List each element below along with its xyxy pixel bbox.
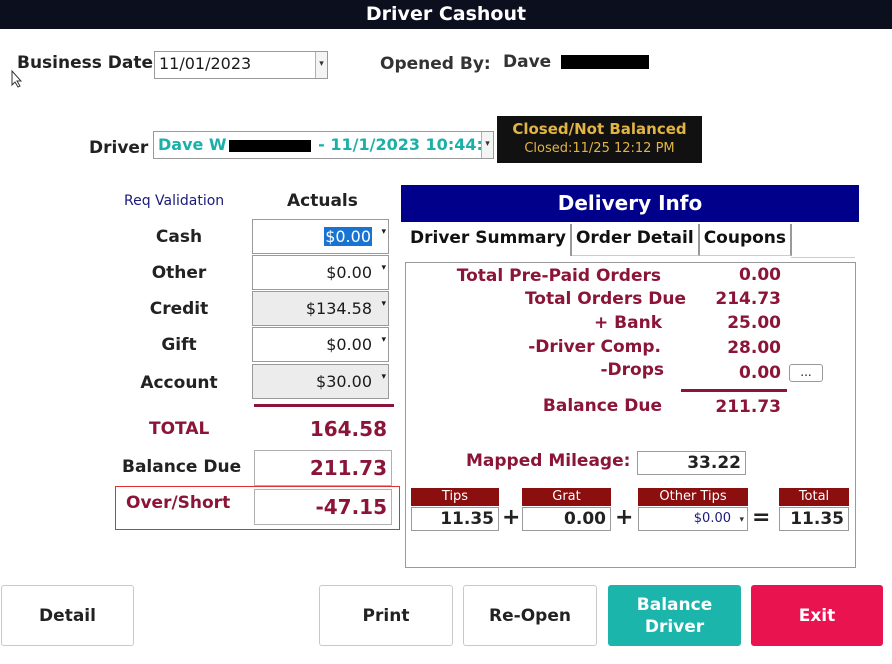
driver-comp-value: 28.00 bbox=[727, 338, 781, 358]
credit-label: Credit bbox=[149, 299, 209, 319]
detail-button[interactable]: Detail bbox=[1, 585, 134, 646]
reopen-button[interactable]: Re-Open bbox=[463, 585, 597, 646]
total-divider bbox=[254, 404, 394, 407]
chevron-down-icon[interactable]: ▾ bbox=[481, 132, 493, 158]
account-value: $30.00 bbox=[316, 372, 372, 391]
bank-label: + Bank bbox=[594, 313, 662, 333]
tab-driver-summary[interactable]: Driver Summary bbox=[406, 224, 572, 256]
chevron-down-icon[interactable]: ▾ bbox=[381, 263, 386, 273]
chevron-down-icon[interactable]: ▾ bbox=[739, 509, 744, 531]
gift-input[interactable]: $0.00 ▾ bbox=[252, 327, 389, 362]
tips-total-label: Total bbox=[779, 488, 849, 506]
tips-value: 11.35 bbox=[411, 507, 499, 531]
account-input[interactable]: $30.00 ▾ bbox=[252, 364, 389, 399]
status-text: Closed/Not Balanced bbox=[512, 120, 687, 138]
redaction-bar bbox=[561, 55, 650, 69]
orders-due-value: 214.73 bbox=[715, 289, 781, 309]
other-tips-input[interactable]: $0.00 ▾ bbox=[638, 507, 748, 531]
delivery-info-tabs: Driver Summary Order Detail Coupons bbox=[406, 224, 793, 258]
print-button[interactable]: Print bbox=[319, 585, 453, 646]
gift-value: $0.00 bbox=[326, 335, 372, 354]
other-value: $0.00 bbox=[326, 263, 372, 282]
cash-input[interactable]: $0.00 ▾ bbox=[252, 219, 389, 254]
opened-by-value: Dave bbox=[503, 52, 650, 72]
driver-label: Driver bbox=[89, 138, 149, 158]
balance-divider bbox=[681, 389, 787, 392]
cash-value: $0.00 bbox=[324, 227, 372, 246]
balance-due-value: 211.73 bbox=[254, 450, 392, 486]
equals-icon: = bbox=[752, 505, 771, 530]
credit-input[interactable]: $134.58 ▾ bbox=[252, 291, 389, 326]
chevron-down-icon[interactable]: ▾ bbox=[381, 372, 386, 382]
over-short-label: Over/Short bbox=[126, 493, 231, 513]
redaction-bar bbox=[228, 139, 311, 152]
balance-driver-line2: Driver bbox=[644, 616, 705, 637]
orders-due-label: Total Orders Due bbox=[524, 289, 686, 309]
status-closed-time: Closed:11/25 12:12 PM bbox=[524, 141, 675, 156]
balance-driver-button[interactable]: Balance Driver bbox=[608, 585, 741, 646]
business-date-label: Business Date bbox=[17, 53, 154, 73]
drops-detail-button[interactable]: ... bbox=[789, 364, 823, 382]
window-title: Driver Cashout bbox=[0, 0, 892, 29]
over-short-value: -47.15 bbox=[254, 489, 392, 525]
total-label: TOTAL bbox=[149, 419, 210, 439]
req-validation-label: Req Validation bbox=[124, 193, 225, 209]
driver-select-value: Dave W - 11/1/2023 10:44:4 bbox=[158, 135, 494, 154]
opened-by-label: Opened By: bbox=[380, 54, 491, 74]
driver-select[interactable]: Dave W - 11/1/2023 10:44:4 ▾ bbox=[153, 131, 494, 159]
mapped-mileage-value: 33.22 bbox=[637, 451, 746, 475]
delivery-info-title: Delivery Info bbox=[401, 185, 859, 222]
mapped-mileage-label: Mapped Mileage: bbox=[466, 451, 631, 471]
drops-value: 0.00 bbox=[739, 363, 781, 383]
tab-coupons[interactable]: Coupons bbox=[699, 224, 793, 256]
other-tips-value: $0.00 bbox=[693, 511, 731, 526]
total-value: 164.58 bbox=[254, 411, 392, 447]
chevron-down-icon[interactable]: ▾ bbox=[315, 52, 327, 78]
credit-value: $134.58 bbox=[305, 299, 372, 318]
cashout-status-badge: Closed/Not Balanced Closed:11/25 12:12 P… bbox=[497, 116, 702, 163]
drops-label: -Drops bbox=[600, 360, 664, 380]
tips-total-value: 11.35 bbox=[779, 507, 849, 531]
account-label: Account bbox=[140, 373, 218, 393]
tab-strip-filler bbox=[791, 224, 855, 258]
chevron-down-icon[interactable]: ▾ bbox=[381, 335, 386, 345]
tips-label: Tips bbox=[411, 488, 499, 506]
balance-due-label: Balance Due bbox=[122, 457, 242, 477]
balance-driver-line1: Balance bbox=[636, 594, 713, 615]
actuals-heading: Actuals bbox=[287, 191, 358, 211]
gift-label: Gift bbox=[161, 335, 197, 355]
other-tips-label: Other Tips bbox=[638, 488, 748, 506]
other-label: Other bbox=[151, 263, 207, 283]
plus-icon: + bbox=[502, 505, 521, 530]
plus-icon: + bbox=[615, 505, 634, 530]
delivery-balance-due-label: Balance Due bbox=[542, 396, 662, 416]
tab-order-detail[interactable]: Order Detail bbox=[571, 224, 700, 256]
chevron-down-icon[interactable]: ▾ bbox=[381, 299, 386, 309]
prepaid-orders-label: Total Pre-Paid Orders bbox=[456, 266, 661, 286]
bank-value: 25.00 bbox=[727, 313, 781, 333]
grat-value: 0.00 bbox=[522, 507, 611, 531]
chevron-down-icon[interactable]: ▾ bbox=[381, 227, 386, 237]
prepaid-orders-value: 0.00 bbox=[739, 265, 781, 285]
business-date-value: 11/01/2023 bbox=[159, 54, 252, 73]
driver-comp-label: -Driver Comp. bbox=[528, 337, 661, 357]
delivery-balance-due-value: 211.73 bbox=[715, 397, 781, 417]
exit-button[interactable]: Exit bbox=[751, 585, 883, 646]
other-input[interactable]: $0.00 ▾ bbox=[252, 255, 389, 290]
business-date-picker[interactable]: 11/01/2023 ▾ bbox=[154, 51, 328, 79]
grat-label: Grat bbox=[522, 488, 611, 506]
mouse-cursor-icon bbox=[11, 70, 23, 88]
cash-label: Cash bbox=[155, 227, 203, 247]
